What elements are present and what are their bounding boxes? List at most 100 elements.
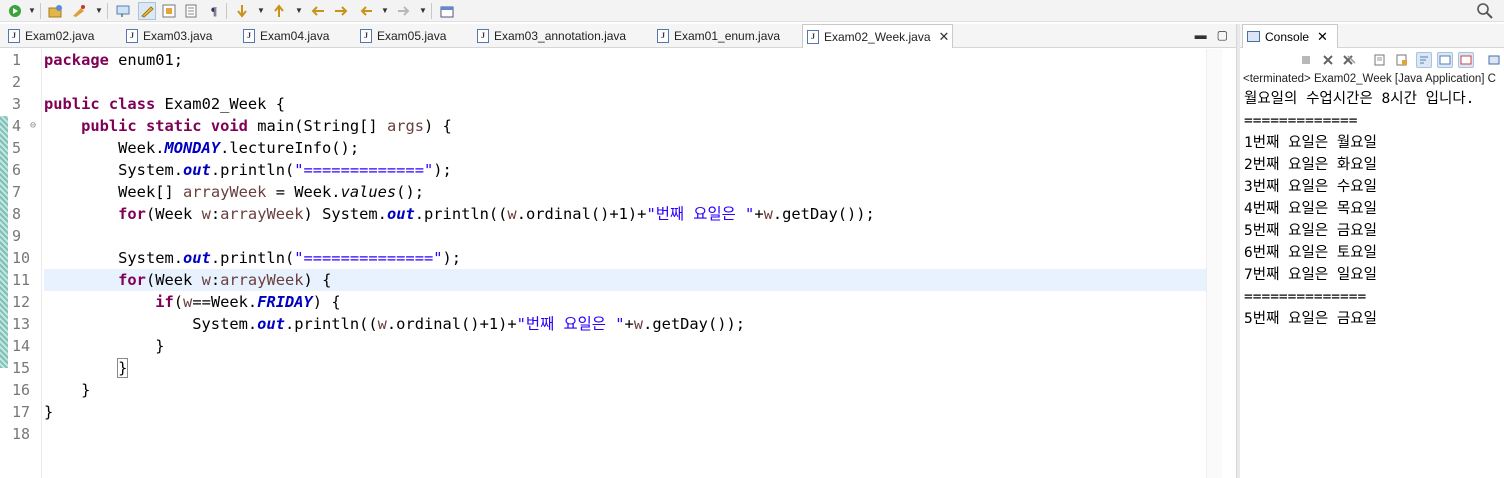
line-number: 3 [12,95,22,113]
toggle-mark-occurrences-icon[interactable] [114,2,132,20]
code-editor[interactable]: 1 2 3 4 ⊖ 5 6 7 8 9 10 11 12 13 14 15 16 … [0,49,1222,478]
tab-exam02-week[interactable]: J Exam02_Week.java ✕ [802,24,953,48]
code-text: enum01; [108,51,184,69]
tab-exam03-annotation[interactable]: J Exam03_annotation.java [473,24,626,48]
static-field: out [257,315,285,333]
code-text: System. [118,161,184,179]
run-dropdown-icon[interactable]: ▼ [28,6,36,15]
code-text: .println(( [284,315,378,333]
line-number: 10 [12,249,31,267]
show-whitespace-icon[interactable] [182,2,200,20]
tab-exam04[interactable]: J Exam04.java [239,24,329,48]
paragraph-icon[interactable]: ¶ [205,2,223,20]
line-number: 13 [12,315,31,333]
code-line: package enum01; [44,49,1206,71]
line-number-ruler: 1 2 3 4 ⊖ 5 6 7 8 9 10 11 12 13 14 15 16 … [8,49,42,478]
toggle-highlight-icon[interactable] [138,2,156,20]
tab-console[interactable]: Console ✕ [1242,24,1338,48]
last-edit-location-icon[interactable] [332,2,350,20]
back-dropdown-icon[interactable]: ▼ [381,6,389,15]
variable: w [377,315,387,333]
static-field: out [386,205,415,223]
minimize-icon[interactable]: ▬ [1195,28,1207,42]
console-output[interactable]: 월요일의 수업시간은 8시간 입니다. ============= 1번째 요일… [1244,88,1504,330]
debug-icon[interactable] [70,2,88,20]
tab-exam02[interactable]: J Exam02.java [4,24,94,48]
java-file-icon: J [657,29,669,43]
tab-exam03[interactable]: J Exam03.java [122,24,212,48]
tab-label: Exam02.java [25,29,95,43]
remove-all-terminated-icon[interactable] [1341,52,1357,68]
forward-dropdown-icon[interactable]: ▼ [419,6,427,15]
static-field: FRIDAY [257,293,313,311]
code-text: } [155,337,165,355]
next-annotation-dropdown-icon[interactable]: ▼ [257,6,265,15]
console-output-line: 3번째 요일은 수요일 [1244,179,1377,195]
fold-collapse-icon[interactable]: ⊖ [30,115,36,137]
previous-annotation-icon[interactable] [270,2,288,20]
code-line: System.out.println("=============="); [44,247,1206,269]
show-console-on-output-icon[interactable] [1437,52,1453,68]
console-output-line: 1번째 요일은 월요일 [1244,135,1377,151]
variable: w [201,205,211,223]
remove-launch-icon[interactable] [1320,52,1336,68]
variable: w [633,315,644,333]
close-tab-icon[interactable]: ✕ [939,29,950,45]
debug-dropdown-icon[interactable]: ▼ [95,6,103,15]
keyword: for [118,205,146,223]
toggle-block-selection-icon[interactable] [160,2,178,20]
tab-label: Exam02_Week.java [824,29,931,44]
line-number: 6 [12,161,22,179]
clear-console-icon[interactable] [1372,52,1388,68]
line-number: 5 [12,139,22,157]
code-text: Week[] [118,183,184,201]
code-text: .lectureInfo(); [220,139,360,157]
code-line: System.out.println((w.ordinal()+1)+"번째 요… [44,313,1206,335]
toolbar-separator [40,3,41,19]
toolbar-separator [226,3,227,19]
code-text: } [81,381,91,399]
variable: w [201,271,211,289]
console-output-line: ============= [1244,113,1358,129]
code-line: } [44,379,1206,401]
code-text: ) { [424,117,452,135]
static-method: values [340,183,397,201]
variable: args [386,117,425,135]
line-number-fold: 4 ⊖ [8,115,41,137]
close-tab-icon[interactable]: ✕ [1317,29,1328,45]
forward-icon[interactable] [395,2,413,20]
pin-editor-icon[interactable] [439,2,457,20]
console-output-line: 2번째 요일은 화요일 [1244,157,1377,173]
display-selected-console-icon[interactable] [1486,52,1502,68]
variable: arrayWeek [220,271,304,289]
previous-annotation-dropdown-icon[interactable]: ▼ [295,6,303,15]
code-area[interactable]: package enum01; public class Exam02_Week… [44,49,1206,478]
last-edit-icon[interactable] [309,2,327,20]
keyword: if [155,293,174,311]
code-text: .ordinal()+1)+ [516,205,647,223]
show-console-on-error-icon[interactable] [1458,52,1474,68]
variable: arrayWeek [220,205,304,223]
code-text: (); [396,183,424,201]
next-annotation-icon[interactable] [233,2,251,20]
keyword: void [210,117,248,135]
string-literal: "번째 요일은 " [516,315,625,333]
run-icon[interactable] [6,2,24,20]
maximize-icon[interactable]: ▢ [1217,28,1228,42]
editor-tab-bar: J Exam02.java J Exam03.java J Exam04.jav… [0,24,1236,48]
code-text: .getDay()); [643,315,746,333]
open-type-icon[interactable] [47,2,65,20]
tab-exam01-enum[interactable]: J Exam01_enum.java [653,24,780,48]
console-output-line: ============== [1244,289,1367,305]
back-icon[interactable] [357,2,375,20]
search-icon[interactable] [1476,2,1494,20]
code-text: } [44,403,54,421]
scroll-lock-icon[interactable] [1394,52,1410,68]
word-wrap-icon[interactable] [1416,52,1432,68]
code-line: if(w==Week.FRIDAY) { [44,291,1206,313]
tab-exam05[interactable]: J Exam05.java [356,24,446,48]
editor-vertical-scrollbar[interactable] [1206,49,1222,478]
terminate-icon[interactable] [1298,52,1314,68]
keyword: public [44,95,100,113]
java-file-icon: J [477,29,489,43]
